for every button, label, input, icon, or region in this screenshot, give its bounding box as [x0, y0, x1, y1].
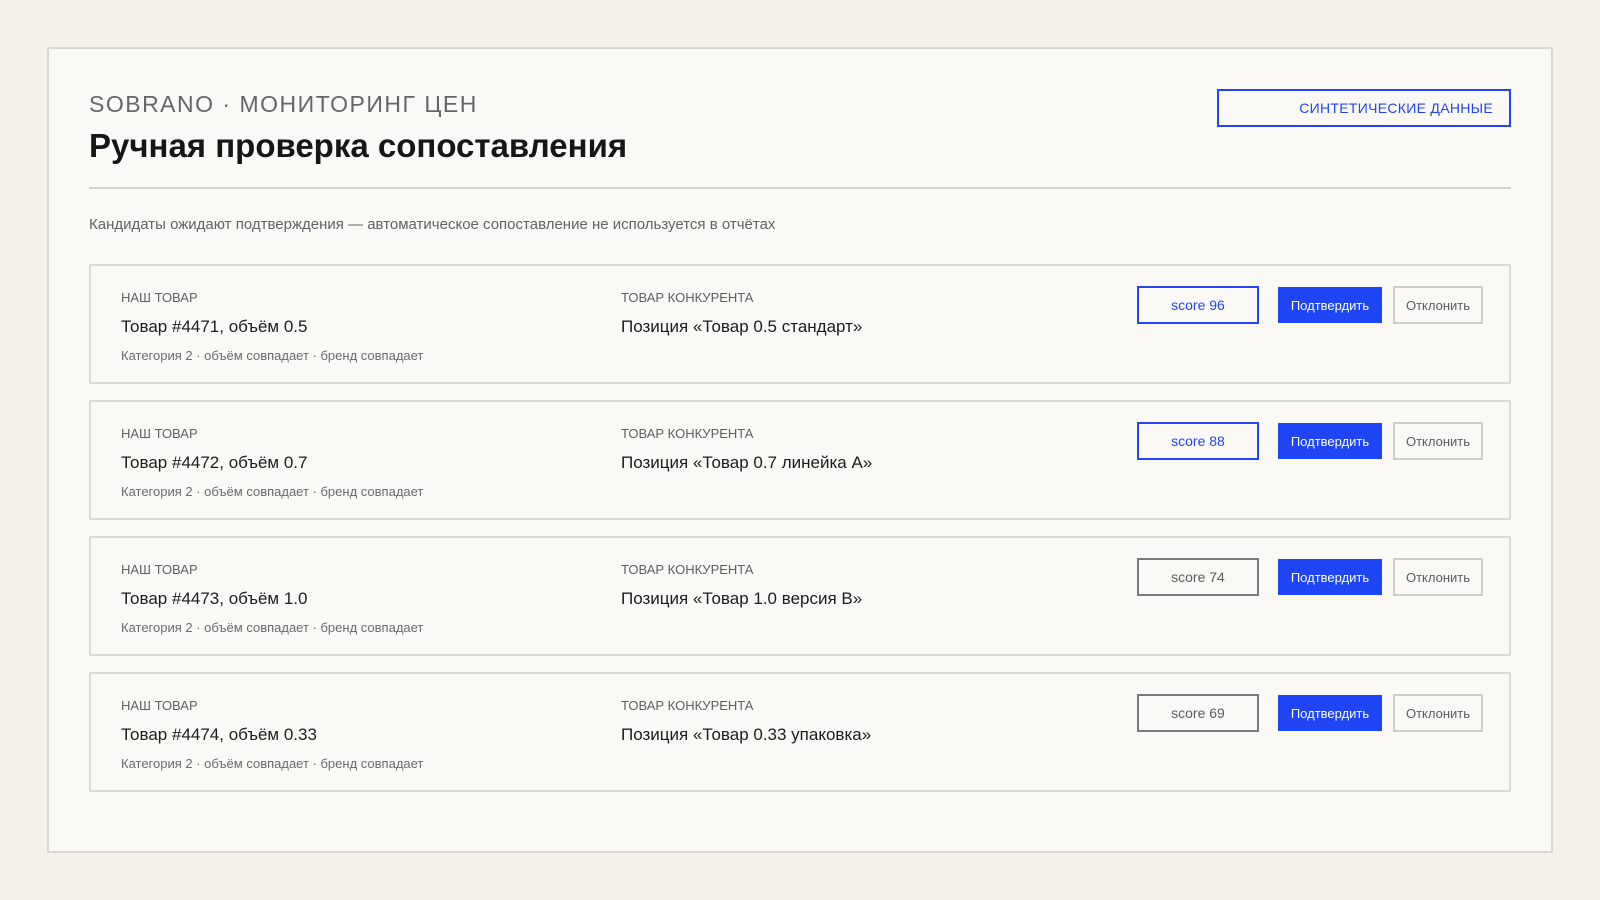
match-actions: score 69 Подтвердить Отклонить: [1137, 694, 1483, 732]
match-card: НАШ ТОВАР Товар #4474, объём 0.33 Катего…: [89, 672, 1511, 792]
header-divider: [89, 187, 1511, 189]
match-card: НАШ ТОВАР Товар #4473, объём 1.0 Категор…: [89, 536, 1511, 656]
our-product-name: Товар #4471, объём 0.5: [121, 317, 308, 336]
reject-button[interactable]: Отклонить: [1393, 694, 1483, 732]
reject-button[interactable]: Отклонить: [1393, 286, 1483, 324]
our-product-name: Товар #4473, объём 1.0: [121, 589, 308, 608]
our-product-label: НАШ ТОВАР: [121, 290, 198, 305]
match-meta: Категория 2 · объём совпадает · бренд со…: [121, 620, 424, 635]
score-badge: score 96: [1137, 286, 1259, 324]
competitor-product-label: ТОВАР КОНКУРЕНТА: [621, 698, 754, 713]
our-product-name: Товар #4472, объём 0.7: [121, 453, 308, 472]
competitor-product-label: ТОВАР КОНКУРЕНТА: [621, 562, 754, 577]
confirm-button[interactable]: Подтвердить: [1278, 695, 1382, 731]
competitor-product-name: Позиция «Товар 0.33 упаковка»: [621, 725, 872, 744]
confirm-button[interactable]: Подтвердить: [1278, 423, 1382, 459]
competitor-product-name: Позиция «Товар 1.0 версия B»: [621, 589, 863, 608]
competitor-product-column: ТОВАР КОНКУРЕНТА Позиция «Товар 0.33 упа…: [621, 698, 871, 746]
our-product-name: Товар #4474, объём 0.33: [121, 725, 317, 744]
match-actions: score 96 Подтвердить Отклонить: [1137, 286, 1483, 324]
match-meta: Категория 2 · объём совпадает · бренд со…: [121, 484, 424, 499]
score-badge: score 69: [1137, 694, 1259, 732]
competitor-product-name: Позиция «Товар 0.7 линейка A»: [621, 453, 873, 472]
reject-button[interactable]: Отклонить: [1393, 422, 1483, 460]
page-header: SOBRANO · МОНИТОРИНГ ЦЕН Ручная проверка…: [89, 89, 1511, 167]
our-product-column: НАШ ТОВАР Товар #4471, объём 0.5 Категор…: [121, 290, 423, 364]
our-product-label: НАШ ТОВАР: [121, 426, 198, 441]
page-title: Ручная проверка сопоставления: [89, 127, 628, 164]
competitor-product-label: ТОВАР КОНКУРЕНТА: [621, 290, 754, 305]
our-product-label: НАШ ТОВАР: [121, 698, 198, 713]
confirm-button[interactable]: Подтвердить: [1278, 559, 1382, 595]
match-meta: Категория 2 · объём совпадает · бренд со…: [121, 348, 424, 363]
match-actions: score 88 Подтвердить Отклонить: [1137, 422, 1483, 460]
synthetic-data-badge: СИНТЕТИЧЕСКИЕ ДАННЫЕ: [1217, 89, 1511, 127]
score-badge: score 88: [1137, 422, 1259, 460]
our-product-column: НАШ ТОВАР Товар #4474, объём 0.33 Катего…: [121, 698, 423, 772]
page-subtitle: Кандидаты ожидают подтверждения — автома…: [89, 216, 776, 233]
match-card: НАШ ТОВАР Товар #4472, объём 0.7 Категор…: [89, 400, 1511, 520]
match-card: НАШ ТОВАР Товар #4471, объём 0.5 Категор…: [89, 264, 1511, 384]
competitor-product-name: Позиция «Товар 0.5 стандарт»: [621, 317, 863, 336]
our-product-label: НАШ ТОВАР: [121, 562, 198, 577]
score-badge: score 74: [1137, 558, 1259, 596]
competitor-product-column: ТОВАР КОНКУРЕНТА Позиция «Товар 1.0 верс…: [621, 562, 862, 610]
competitor-product-label: ТОВАР КОНКУРЕНТА: [621, 426, 754, 441]
match-meta: Категория 2 · объём совпадает · бренд со…: [121, 756, 424, 771]
our-product-column: НАШ ТОВАР Товар #4473, объём 1.0 Категор…: [121, 562, 423, 636]
our-product-column: НАШ ТОВАР Товар #4472, объём 0.7 Категор…: [121, 426, 423, 500]
page-frame: SOBRANO · МОНИТОРИНГ ЦЕН Ручная проверка…: [47, 47, 1553, 853]
reject-button[interactable]: Отклонить: [1393, 558, 1483, 596]
competitor-product-column: ТОВАР КОНКУРЕНТА Позиция «Товар 0.7 лине…: [621, 426, 872, 474]
competitor-product-column: ТОВАР КОНКУРЕНТА Позиция «Товар 0.5 стан…: [621, 290, 862, 338]
match-actions: score 74 Подтвердить Отклонить: [1137, 558, 1483, 596]
match-list: НАШ ТОВАР Товар #4471, объём 0.5 Категор…: [89, 264, 1511, 808]
confirm-button[interactable]: Подтвердить: [1278, 287, 1382, 323]
